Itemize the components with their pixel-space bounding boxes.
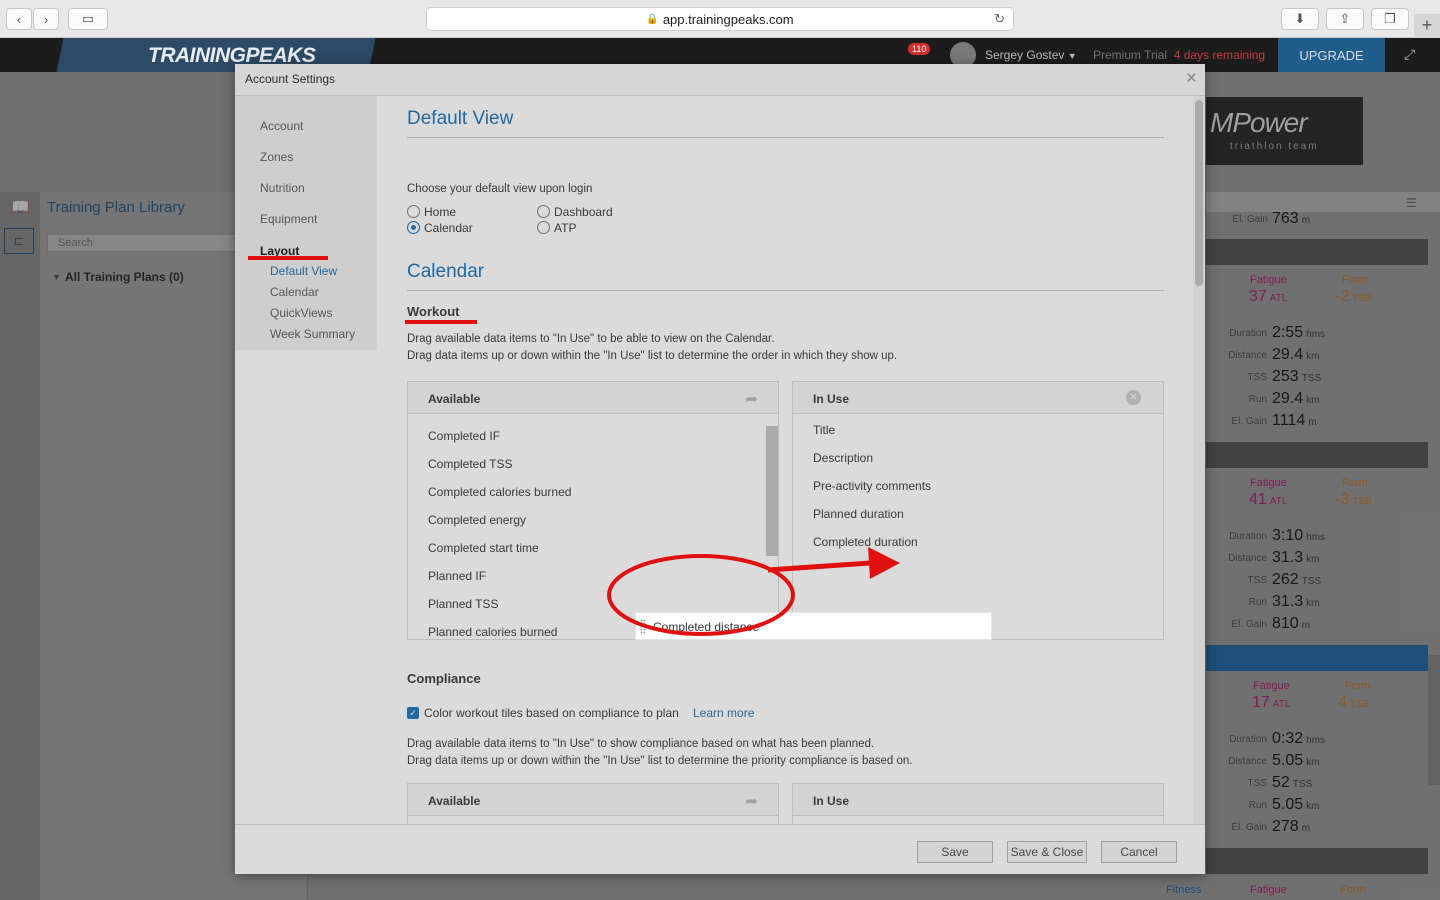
sidebar-icon: ▭ bbox=[81, 11, 95, 26]
user-name: Sergey Gostev bbox=[985, 48, 1065, 62]
url-text: app.trainingpeaks.com bbox=[662, 11, 794, 27]
trial-label: Premium Trial bbox=[1093, 48, 1168, 62]
tabs-button[interactable]: ❐ bbox=[1371, 8, 1409, 30]
reload-icon[interactable]: ↻ bbox=[994, 11, 1005, 27]
share-button[interactable]: ⇪ bbox=[1326, 8, 1364, 30]
annotation-underline-layout bbox=[248, 256, 328, 260]
chevron-right-icon: › bbox=[43, 11, 49, 27]
share-icon: ⇪ bbox=[1339, 11, 1351, 26]
notification-badge[interactable]: 110 bbox=[908, 43, 931, 55]
forward-button[interactable]: › bbox=[33, 8, 59, 30]
sidebar-toggle-button[interactable]: ▭ bbox=[68, 8, 108, 30]
annotation-arrow-head-icon bbox=[868, 547, 900, 579]
url-bar[interactable]: 🔒 app.trainingpeaks.com ↻ bbox=[426, 7, 1014, 31]
download-icon: ⬇ bbox=[1294, 11, 1306, 26]
tabs-icon: ❐ bbox=[1384, 11, 1396, 26]
browser-toolbar: ‹ › ▭ 🔒 app.trainingpeaks.com ↻ ⬇ ⇪ ❐ bbox=[0, 0, 1440, 38]
annotation-underline-workout bbox=[405, 320, 477, 324]
trial-remaining: 4 days remaining bbox=[1173, 48, 1266, 62]
user-menu[interactable]: Sergey Gostev ▼ bbox=[985, 48, 1077, 62]
upgrade-button[interactable]: UPGRADE bbox=[1278, 38, 1385, 72]
caret-down-icon: ▼ bbox=[1067, 51, 1077, 61]
annotation-arrow-line bbox=[767, 560, 871, 573]
screenshot-dim bbox=[235, 64, 1205, 874]
annotation-circle bbox=[607, 554, 795, 636]
chevron-left-icon: ‹ bbox=[16, 11, 22, 27]
annotation-overlay bbox=[607, 547, 900, 636]
expand-icon[interactable]: ⤢ bbox=[1404, 46, 1415, 63]
downloads-button[interactable]: ⬇ bbox=[1281, 8, 1319, 30]
trial-status: Premium Trial 4 days remaining bbox=[1093, 48, 1265, 62]
new-tab-button[interactable]: + bbox=[1414, 14, 1440, 38]
back-button[interactable]: ‹ bbox=[6, 8, 32, 30]
lock-icon: 🔒 bbox=[646, 13, 659, 25]
